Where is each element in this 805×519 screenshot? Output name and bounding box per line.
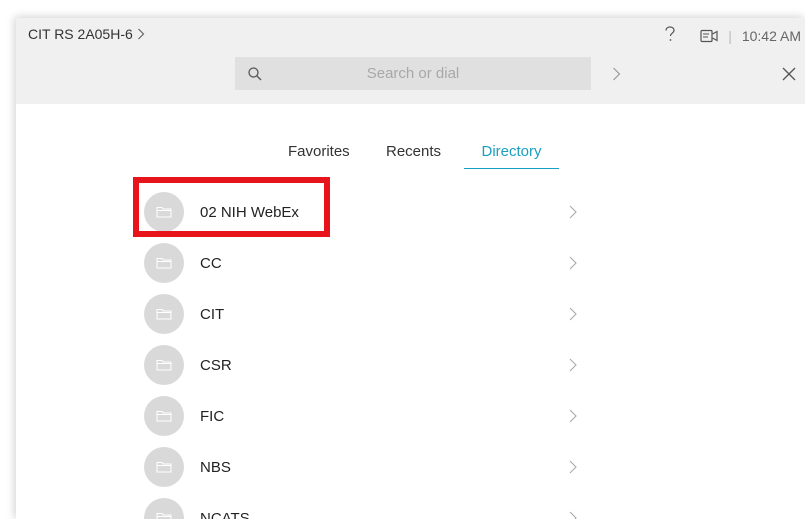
clock-time: 10:42 AM [741,27,801,44]
chevron-right-icon [566,205,580,219]
room-name: CIT RS 2A05H-6 [28,26,133,42]
top-bar: CIT RS 2A05H-6 | 10:42 AM [16,18,805,104]
folder-icon [144,498,184,519]
status-area: | 10:42 AM [662,26,801,45]
list-item-label: CIT [200,305,225,323]
help-icon[interactable] [662,26,678,45]
list-item[interactable]: NCATS [144,493,584,519]
search-icon [235,66,275,81]
chevron-right-icon [612,67,620,81]
folder-icon [144,294,184,334]
folder-icon [144,396,184,436]
list-item-label: CSR [200,356,232,374]
list-item[interactable]: NBS [144,442,584,492]
search-bar[interactable] [235,57,591,90]
folder-icon [144,243,184,283]
chevron-right-icon [566,358,580,372]
room-name-button[interactable]: CIT RS 2A05H-6 [28,26,145,42]
list-item[interactable]: CSR [144,340,584,390]
chevron-right-icon [566,409,580,423]
list-item-label: CC [200,254,222,272]
list-item[interactable]: CC [144,238,584,288]
tab-favorites[interactable]: Favorites [288,142,350,169]
list-item-label: NCATS [200,509,250,519]
list-item-label: FIC [200,407,225,425]
chevron-right-icon [566,460,580,474]
folder-icon [144,345,184,385]
list-item-label: NBS [200,458,231,476]
chevron-right-icon [566,256,580,270]
chevron-right-icon [566,307,580,321]
close-icon [782,67,796,81]
close-button[interactable] [779,64,799,84]
touch-panel-screen: CIT RS 2A05H-6 | 10:42 AM Favorit [16,18,805,519]
folder-icon [144,447,184,487]
tab-directory[interactable]: Directory [464,142,559,169]
list-item[interactable]: CIT [144,289,584,339]
list-item[interactable]: FIC [144,391,584,441]
tab-recents[interactable]: Recents [386,142,441,169]
tab-bar: Favorites Recents Directory [16,142,805,170]
search-input[interactable] [275,65,591,82]
highlight-box [133,177,330,237]
chevron-right-icon [137,28,145,40]
video-self-view-icon[interactable] [700,29,718,43]
dial-go-button[interactable] [608,64,624,84]
status-divider: | [728,27,732,44]
chevron-right-icon [566,511,580,519]
